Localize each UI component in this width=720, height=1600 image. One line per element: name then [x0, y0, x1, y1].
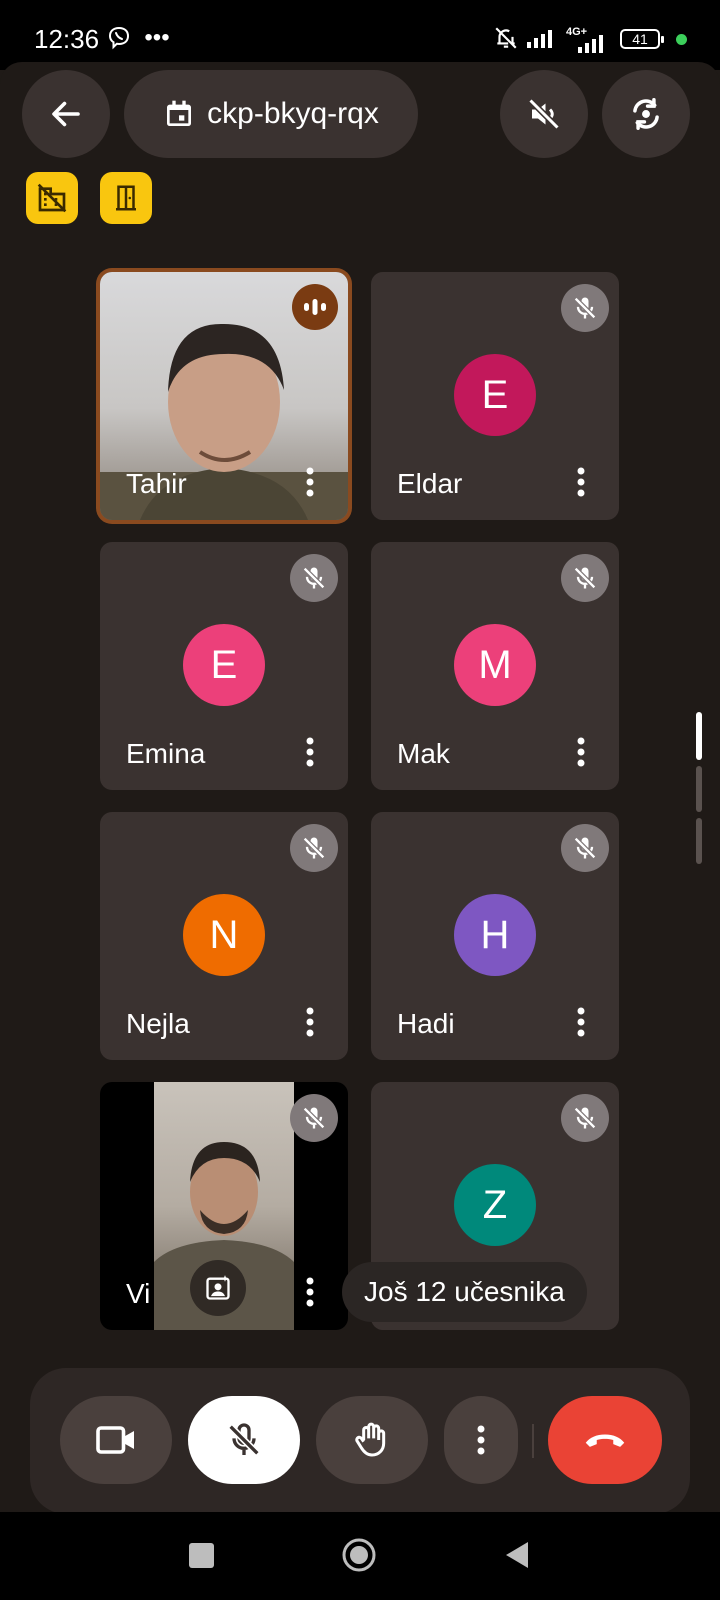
more-options-button[interactable] [444, 1396, 518, 1484]
door-button[interactable] [100, 172, 152, 224]
end-call-button[interactable] [548, 1396, 662, 1484]
participant-tile-eldar[interactable]: E Eldar [371, 272, 619, 520]
more-notifications-icon: ••• [144, 24, 170, 51]
controls-divider [532, 1424, 534, 1458]
participant-tile-nejla[interactable]: N Nejla [100, 812, 348, 1060]
raise-hand-icon [355, 1422, 386, 1457]
mic-off-icon [290, 824, 338, 872]
scroll-indicator-active [696, 712, 702, 760]
participant-tile-mak[interactable]: M Mak [371, 542, 619, 790]
avatar: M [454, 624, 536, 706]
more-vert-icon[interactable] [569, 1004, 593, 1040]
more-vert-icon[interactable] [298, 1274, 322, 1310]
recents-icon[interactable] [189, 1543, 214, 1568]
participant-tile-hadi[interactable]: H Hadi [371, 812, 619, 1060]
visual-effects-button[interactable] [190, 1260, 246, 1316]
home-icon[interactable] [341, 1537, 377, 1573]
mic-off-icon [228, 1423, 260, 1456]
battery-indicator: 41 [620, 29, 664, 49]
scroll-indicator [696, 818, 702, 864]
bell-muted-icon [492, 24, 520, 52]
privacy-dot [676, 34, 687, 45]
mic-off-icon [561, 824, 609, 872]
participant-name: Tahir [126, 468, 187, 499]
mic-off-icon [561, 284, 609, 332]
mic-off-icon [561, 1094, 609, 1142]
viber-icon [106, 24, 132, 52]
signal-icon [526, 24, 558, 52]
speaking-indicator-icon [292, 284, 338, 330]
avatar: E [183, 624, 265, 706]
more-vert-icon[interactable] [298, 464, 322, 500]
more-vert-icon[interactable] [569, 734, 593, 770]
avatar: Z [454, 1164, 536, 1246]
back-arrow-icon [52, 101, 80, 127]
end-call-icon [585, 1434, 625, 1447]
door-icon [116, 185, 136, 211]
meeting-info-button[interactable]: ckp-bkyq-rqx [124, 70, 418, 158]
more-vert-icon[interactable] [569, 464, 593, 500]
participant-name: Emina [126, 738, 206, 769]
participant-tile-emina[interactable]: E Emina [100, 542, 348, 790]
mic-off-icon [561, 554, 609, 602]
calendar-icon [167, 100, 192, 126]
avatar: N [183, 894, 265, 976]
participant-name: Vi [126, 1278, 151, 1309]
microphone-button[interactable] [188, 1396, 300, 1484]
portrait-effects-icon [206, 1275, 230, 1300]
camera-button[interactable] [60, 1396, 172, 1484]
raise-hand-button[interactable] [316, 1396, 428, 1484]
meeting-code: ckp-bkyq-rqx [207, 97, 379, 130]
participant-name: Mak [397, 738, 450, 769]
hide-building-icon [37, 183, 67, 213]
switch-camera-button[interactable] [602, 70, 690, 158]
avatar: H [454, 894, 536, 976]
participant-name: Nejla [126, 1008, 190, 1039]
more-vert-icon[interactable] [298, 734, 322, 770]
back-button[interactable] [22, 70, 110, 158]
hide-building-button[interactable] [26, 172, 78, 224]
mic-off-icon [290, 554, 338, 602]
participant-tile-tahir[interactable]: Tahir [100, 272, 348, 520]
mic-off-icon [290, 1094, 338, 1142]
switch-camera-icon [633, 98, 659, 130]
more-participants-chip[interactable]: Još 12 učesnika [342, 1262, 587, 1322]
camera-icon [96, 1426, 134, 1454]
participant-name: Eldar [397, 468, 463, 499]
participant-name: Hadi [397, 1008, 455, 1039]
signal-4g-icon [566, 30, 610, 58]
status-time: 12:36 [34, 24, 100, 54]
back-nav-icon[interactable] [504, 1540, 530, 1570]
participant-tile-self[interactable]: Vi [100, 1082, 348, 1330]
scroll-indicator [696, 766, 702, 812]
more-vert-icon[interactable] [298, 1004, 322, 1040]
audio-output-button[interactable] [500, 70, 588, 158]
avatar: E [454, 354, 536, 436]
more-options-icon [477, 1425, 485, 1455]
audio-off-icon [528, 98, 560, 130]
